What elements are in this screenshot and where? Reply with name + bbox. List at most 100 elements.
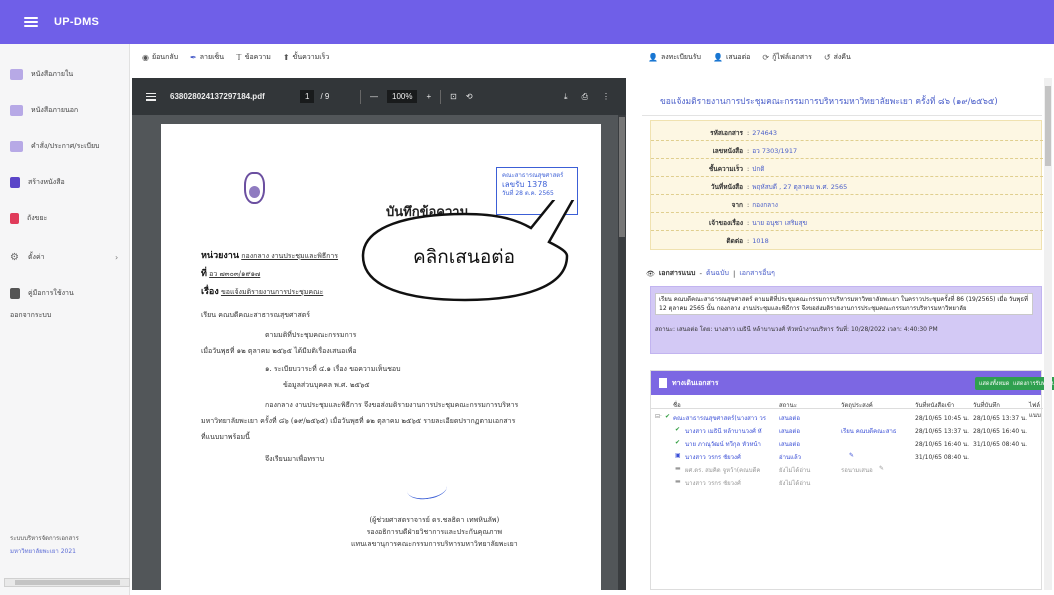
info-value: 274643: [752, 128, 778, 137]
sidebar-item-orders[interactable]: คำสั่ง/ประกาศ/ระเบียบ: [10, 141, 100, 152]
col-header: ชื่อ: [673, 402, 681, 409]
info-row: ติดต่อ:1018: [651, 233, 1043, 249]
comment-box: เรียน คณบดีคณะสาธารณสุขศาสตร์ ตามมติที่ป…: [650, 286, 1042, 354]
zoom-out-icon[interactable]: —: [370, 92, 378, 101]
pdf-scrollbar[interactable]: [618, 115, 626, 590]
sidebar-item-internal[interactable]: หนังสือภายใน: [10, 69, 73, 80]
create-doc-icon: [10, 177, 20, 188]
app-title[interactable]: UP-DMS: [54, 16, 99, 28]
trail-title: ทางเดินเอกสาร: [672, 378, 719, 387]
user-icon: 👤: [712, 53, 723, 62]
signer-title: รองอธิการบดีฝ่ายวิชาการและประกันคุณภาพ: [366, 528, 503, 536]
sign-button[interactable]: ✒ ลายเซ็น: [190, 52, 224, 63]
gear-icon: ⚙: [10, 252, 19, 263]
manual-icon: [10, 288, 20, 299]
signature-block: (ผู้ช่วยศาสตราจารย์ ดร.ชลธิดา เทพหินลัพ)…: [351, 514, 518, 550]
register-button[interactable]: 👤 ลงทะเบียนรับ: [648, 52, 701, 63]
table-row[interactable]: ✔ นาย ภาณุวัฒน์ ทวีกุล หัวหน้า เสนอต่อ 2…: [651, 437, 1043, 449]
page-total: / 9: [320, 92, 330, 101]
sidebar-item-label: สร้างหนังสือ: [28, 178, 65, 186]
more-icon[interactable]: ⋮: [602, 92, 610, 102]
forward-button[interactable]: 👤 เสนอต่อ: [713, 52, 750, 63]
row-status: เสนอต่อ: [779, 428, 800, 435]
info-row: ชั้นความเร็ว: ปกติ: [651, 161, 1043, 177]
signature: [405, 476, 449, 502]
pdf-menu-icon[interactable]: [146, 92, 156, 101]
row-status: เสนอต่อ: [779, 415, 800, 422]
sidebar-scrollbar[interactable]: [4, 578, 130, 587]
no-value: อว ๗๓๐๓/๑๙๑๗: [209, 270, 261, 278]
return-label: ส่งคืน: [833, 53, 851, 61]
table-row[interactable]: ▬ นางสาว วรกร ชัยวงศ์ ยังไม่ได้อ่าน: [651, 476, 1043, 488]
pen-icon: ✒: [190, 53, 197, 62]
sidebar-item-external[interactable]: หนังสือภายนอก: [10, 105, 78, 116]
memo-body: ข้อมูลส่วนบุคคล พ.ศ. ๒๕๖๕: [283, 381, 370, 389]
trail-table-header: ชื่อ สถานะ วัตถุประสงค์ วันที่หนังสือเข้…: [651, 398, 1043, 419]
table-row[interactable]: ⊟· ✔ คณะสาธารณสุขศาสตร์(นางสาว วร เสนอต่อ…: [651, 411, 1043, 423]
stamp-number: เลขรับ 1378: [502, 180, 548, 189]
stamp-date: วันที่ 28 ต.ค. 2565: [502, 190, 554, 197]
sidebar-item-trash[interactable]: ถังขยะ: [10, 213, 47, 224]
pencil-icon[interactable]: ✎: [879, 465, 884, 472]
other-docs-link[interactable]: เอกสารอื่นๆ: [739, 268, 775, 279]
col-header: วันที่หนังสือเข้า: [915, 402, 955, 409]
upload-icon: ⬆: [282, 53, 290, 62]
sidebar: หนังสือภายใน หนังสือภายนอก คำสั่ง/ประกาศ…: [0, 44, 130, 595]
sidebar-item-label: ออกจากระบบ: [10, 311, 52, 319]
sidebar-item-manual[interactable]: คู่มือการใช้งาน: [10, 288, 74, 299]
zoom-in-icon[interactable]: +: [426, 92, 431, 101]
zoom-input[interactable]: 100%: [387, 90, 418, 103]
table-row[interactable]: ✔ นางสาว เมธินี หล้าบานวงศ์ หั เสนอต่อ เ…: [651, 424, 1043, 436]
col-header: วันที่บันทึก: [973, 402, 1000, 409]
callout-bubble: คลิกเสนอต่อ: [349, 200, 579, 312]
original-link[interactable]: ต้นฉบับ: [706, 268, 729, 279]
sidebar-item-logout[interactable]: ออกจากระบบ: [10, 310, 51, 321]
table-row[interactable]: ▣ นางสาว วรกร ชัยวงศ์ อ่านแล้ว ✎ 31/10/6…: [651, 450, 1043, 462]
print-icon[interactable]: ⎙: [582, 92, 588, 102]
restore-button[interactable]: ⟳ กู้ไฟล์เอกสาร: [762, 52, 812, 63]
row-status: อ่านแล้ว: [779, 454, 801, 461]
chevron-right-icon: ›: [115, 253, 119, 262]
eye-icon: 👁: [646, 269, 655, 278]
row-in: 28/10/65 16:40 น.: [915, 441, 970, 448]
memo-body: เมื่อวันพุธที่ ๑๒ ตุลาคม ๒๕๖๕ ได้มีมติเร…: [201, 347, 357, 355]
sidebar-item-settings[interactable]: ⚙ ตั้งค่า ›: [10, 252, 130, 263]
rotate-icon[interactable]: ⟲: [466, 92, 473, 101]
row-name: นางสาว เมธินี หล้าบานวงศ์ หั: [685, 428, 762, 435]
quick-button[interactable]: ⬆ ขั้นความเร็ว: [283, 52, 330, 63]
sidebar-item-create[interactable]: สร้างหนังสือ: [10, 177, 65, 188]
panel-scrollbar[interactable]: [1044, 78, 1052, 590]
hamburger-menu-icon[interactable]: [24, 17, 38, 27]
pdf-viewer: 638028024137297184.pdf 1 / 9 — 100% + ⊡ …: [132, 78, 626, 590]
info-value: 1018: [752, 237, 769, 245]
pencil-icon[interactable]: ✎: [849, 452, 854, 459]
info-row: รหัสเอกสาร:274643: [651, 125, 1043, 141]
info-value: พฤหัสบดี , 27 ตุลาคม พ.ศ. 2565: [752, 182, 848, 191]
sidebar-item-label: หนังสือภายใน: [31, 70, 74, 78]
mail-icon: [10, 105, 23, 116]
sidebar-item-label: คู่มือการใช้งาน: [28, 289, 74, 297]
top-bar: UP-DMS: [0, 0, 1054, 44]
table-row[interactable]: ▬ ผศ.ดร. สมคิด จูหว้า(คณบดีค ยังไม่ได้อ่…: [651, 463, 1043, 475]
page-input[interactable]: 1: [300, 90, 315, 103]
show-all-button[interactable]: แสดงทั้งหมด: [975, 377, 1014, 390]
callout-text: คลิกเสนอต่อ: [412, 246, 516, 268]
text-button[interactable]: 𝕋 ข้อความ: [236, 52, 271, 63]
back-label: ย้อนกลับ: [151, 53, 179, 61]
footer-link[interactable]: มหาวิทยาลัยพะเยา 2021: [10, 545, 79, 558]
back-button[interactable]: ◉ ย้อนกลับ: [142, 52, 178, 63]
document-subject: ขอแจ้งมติรายงานการประชุมคณะกรรมการบริหาร…: [660, 97, 998, 107]
info-value: กองกลาง: [752, 200, 778, 209]
info-value: นาย อนุชา เสริมสุข: [752, 218, 808, 227]
info-row: เลขหนังสือ: อว 7303/1917: [651, 143, 1043, 159]
row-status: ยังไม่ได้อ่าน: [779, 467, 811, 474]
download-icon[interactable]: ⤓: [564, 92, 568, 102]
sidebar-item-label: ถังขยะ: [27, 214, 48, 222]
return-button[interactable]: ↺ ส่งคืน: [824, 52, 851, 63]
info-value: ปกติ: [752, 164, 765, 173]
comment-text[interactable]: เรียน คณบดีคณะสาธารณสุขศาสตร์ ตามมติที่ป…: [655, 293, 1033, 315]
fit-page-icon[interactable]: ⊡: [450, 92, 457, 101]
footer-line: ระบบบริหารจัดการเอกสาร: [10, 535, 79, 542]
comment-status: สถานะ: เสนอต่อ โดย: นางสาว เมธินี หล้าบา…: [655, 326, 938, 333]
memo-body: ที่แนบมาพร้อมนี้: [201, 433, 250, 441]
